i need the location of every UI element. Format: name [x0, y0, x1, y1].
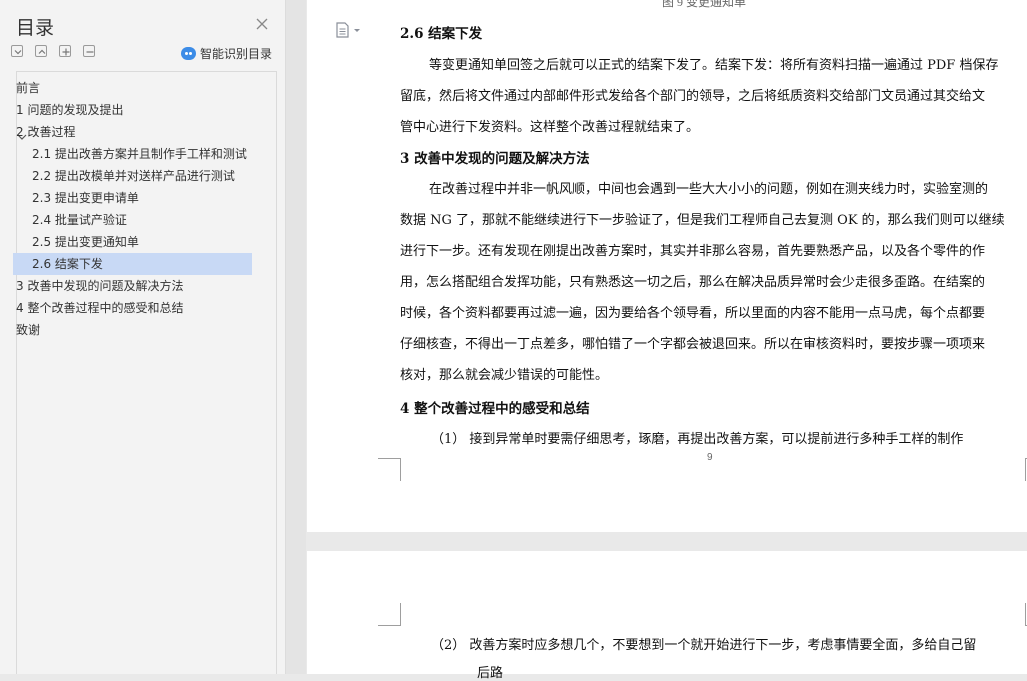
add-heading-icon[interactable]: [59, 45, 71, 57]
outline-pane: 目录 智能识别目录 前言 1 问题的发现及提出 2 改善过程 2.1 提出改善方…: [0, 0, 286, 674]
list-item: （2） 改善方案时应多想几个，不要想到一个就开始进行下一步，考虑事情要全面，多给…: [431, 638, 977, 653]
document-menu-icon[interactable]: [335, 22, 365, 40]
paragraph-line: 进行下一步。还有发现在刚提出改善方案时，其实并非那么容易，首先要熟悉产品，以及各…: [400, 244, 986, 259]
document-page: 图 9 变更通知单 2.6 结案下发 等变更通知单回签之后就可以正式的结案下发了…: [307, 0, 1027, 532]
section-heading: 4 整个改善过程中的感受和总结: [400, 401, 590, 417]
outline-item-preface[interactable]: 前言: [16, 77, 246, 99]
margin-mark: [378, 458, 401, 481]
close-icon[interactable]: [254, 16, 270, 32]
remove-heading-icon[interactable]: [83, 45, 95, 57]
smart-toc-button[interactable]: 智能识别目录: [181, 45, 272, 61]
paragraph-line: 用，怎么搭配组合发挥功能，只有熟悉这一切之后，那么在解决品质异常时会少走很多歪路…: [400, 275, 986, 290]
outline-item-3[interactable]: 3 改善中发现的问题及解决方法: [16, 275, 246, 297]
outline-pane-splitter[interactable]: [286, 0, 306, 674]
margin-mark: [378, 603, 401, 626]
list-item-continuation: 后路: [477, 666, 504, 681]
paragraph-line: 时候，各个资料都要再过滤一遍，因为要给各个领导看，所以里面的内容不能用一点马虎，…: [400, 306, 986, 321]
outline-item-2-5[interactable]: 2.5 提出变更通知单: [32, 231, 248, 253]
outline-item-2[interactable]: 2 改善过程: [16, 121, 246, 143]
paragraph-line: 在改善过程中并非一帆风顺，中间也会遇到一些大大小小的问题，例如在测夹线力时，实验…: [429, 182, 989, 197]
section-heading: 3 改善中发现的问题及解决方法: [400, 151, 590, 167]
paragraph-line: 留底，然后将文件通过内部邮件形式发给各个部门的领导，之后将纸质资料交给部门文员通…: [400, 89, 986, 104]
outline-item-2-1[interactable]: 2.1 提出改善方案并且制作手工样和测试: [32, 143, 248, 165]
outline-title: 目录: [16, 17, 55, 39]
paragraph-line: 核对，那么就会减少错误的可能性。: [400, 368, 609, 383]
paragraph-line: 仔细核查，不得出一丁点差多，哪怕错了一个字都会被退回来。所以在审核资料时，要按步…: [400, 337, 986, 352]
figure-caption: 图 9 变更通知单: [662, 0, 747, 9]
list-item: （1） 接到异常单时要需仔细思考，琢磨，再提出改善方案，可以提前进行多种手工样的…: [431, 432, 964, 447]
collapse-all-icon[interactable]: [11, 45, 23, 57]
outline-item-2-6[interactable]: 2.6 结案下发: [13, 253, 252, 275]
outline-item-thanks[interactable]: 致谢: [16, 319, 246, 341]
paragraph-line: 等变更通知单回签之后就可以正式的结案下发了。结案下发：将所有资料扫描一遍通过 P…: [429, 58, 999, 73]
outline-item-4[interactable]: 4 整个改善过程中的感受和总结: [16, 297, 246, 319]
document-page-next: （2） 改善方案时应多想几个，不要想到一个就开始进行下一步，考虑事情要全面，多给…: [307, 551, 1027, 681]
paragraph-line: 管中心进行下发资料。这样整个改善过程就结束了。: [400, 120, 700, 135]
expand-all-icon[interactable]: [35, 45, 47, 57]
section-heading: 2.6 结案下发: [400, 26, 483, 42]
outline-item-2-2[interactable]: 2.2 提出改模单并对送样产品进行测试: [32, 165, 248, 187]
page-number: 9: [707, 452, 713, 463]
outline-item-2-4[interactable]: 2.4 批量试产验证: [32, 209, 248, 231]
outline-item-1[interactable]: 1 问题的发现及提出: [16, 99, 246, 121]
smart-toc-label: 智能识别目录: [200, 46, 273, 61]
ai-icon: [181, 46, 196, 60]
outline-item-2-3[interactable]: 2.3 提出变更申请单: [32, 187, 248, 209]
paragraph-line: 数据 NG 了，那就不能继续进行下一步验证了，但是我们工程师自己去复测 OK 的…: [400, 213, 1005, 228]
